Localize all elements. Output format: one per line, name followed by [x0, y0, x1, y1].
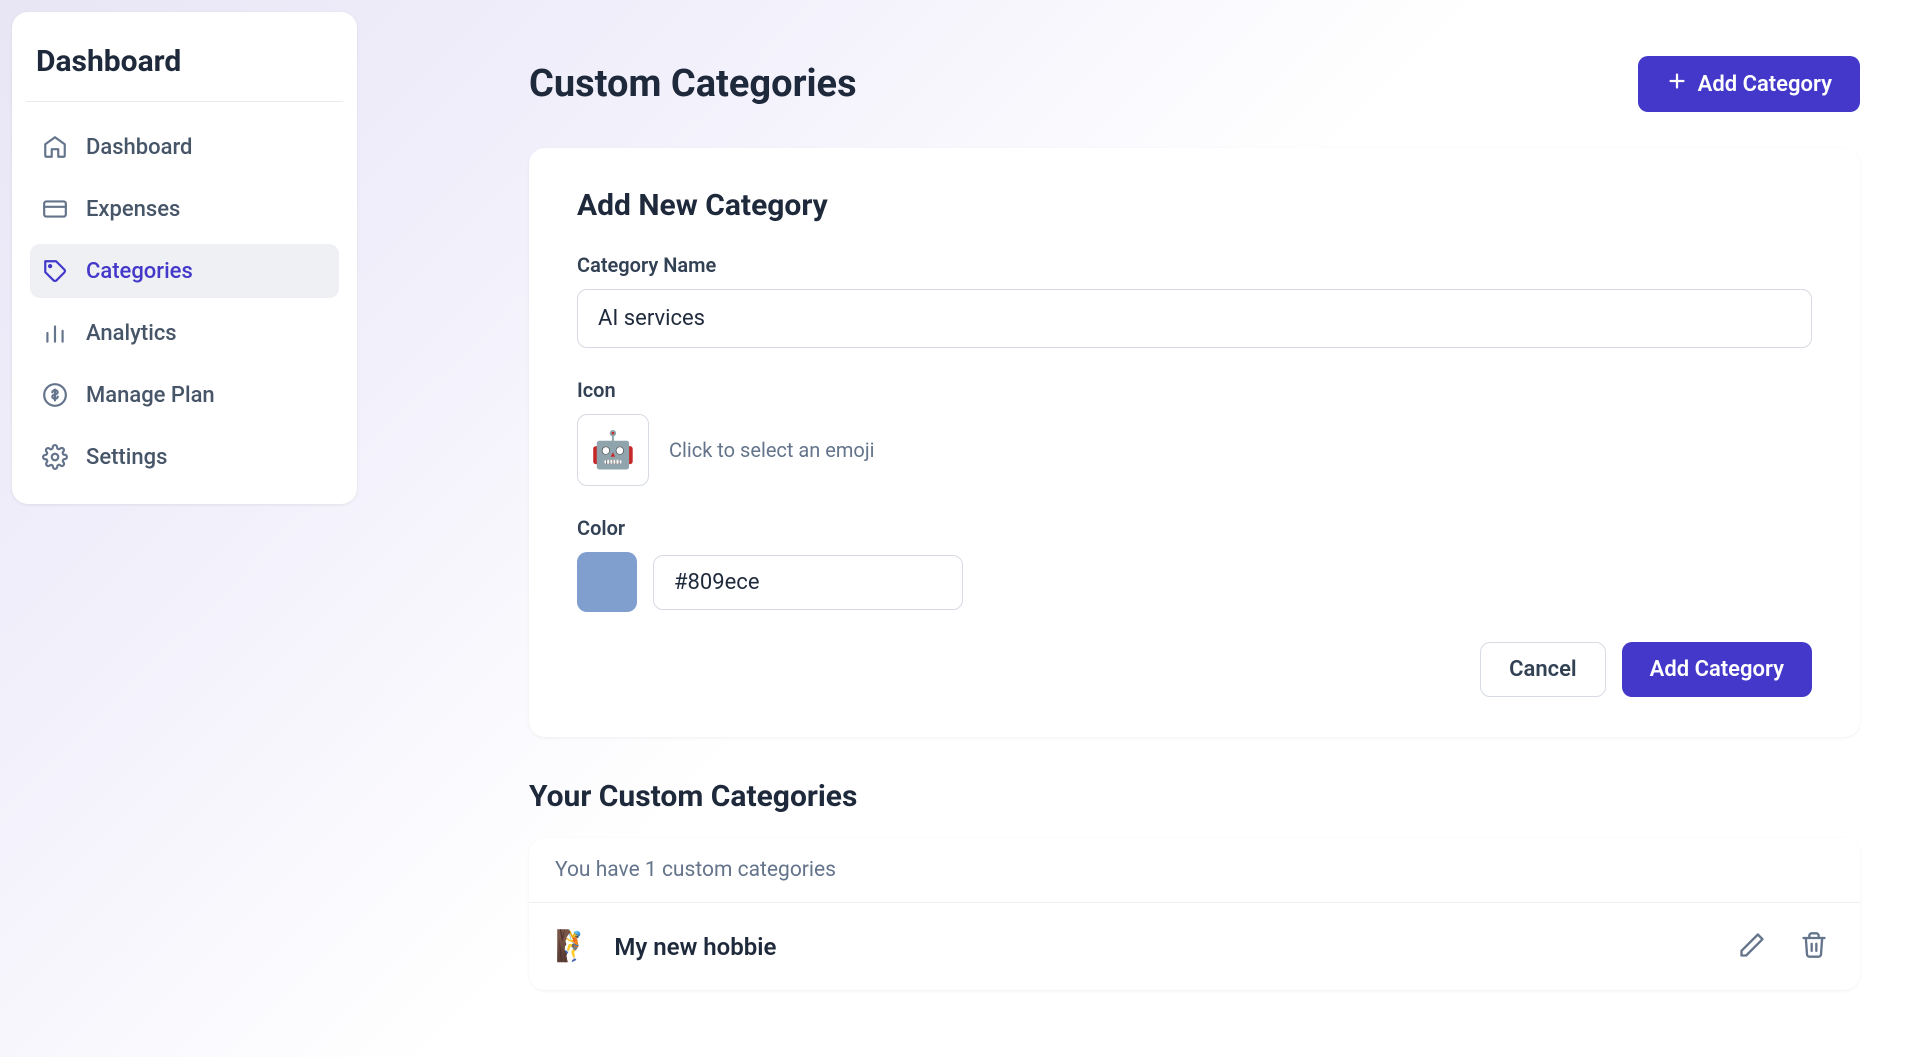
- category-icon-group: Icon 🤖 Click to select an emoji: [577, 378, 1812, 486]
- bar-chart-icon: [42, 320, 68, 346]
- pencil-icon: [1738, 931, 1766, 962]
- tag-icon: [42, 258, 68, 284]
- category-row-name: My new hobbie: [614, 933, 1710, 961]
- credit-card-icon: [42, 196, 68, 222]
- button-label: Add Category: [1698, 72, 1832, 97]
- category-name-label: Category Name: [577, 253, 1812, 277]
- sidebar-item-label: Dashboard: [86, 135, 192, 160]
- button-label: Add Category: [1650, 657, 1784, 682]
- sidebar-item-label: Analytics: [86, 321, 177, 346]
- selected-emoji: 🤖: [591, 429, 636, 471]
- delete-category-button[interactable]: [1794, 925, 1834, 968]
- category-row: 🧗 My new hobbie: [529, 903, 1860, 990]
- categories-count-text: You have 1 custom categories: [529, 838, 1860, 903]
- gear-icon: [42, 444, 68, 470]
- page-header: Custom Categories Add Category: [529, 56, 1860, 112]
- your-categories-title: Your Custom Categories: [529, 779, 1860, 814]
- sidebar-item-analytics[interactable]: Analytics: [30, 306, 339, 360]
- trash-icon: [1800, 931, 1828, 962]
- category-color-label: Color: [577, 516, 1812, 540]
- emoji-picker-button[interactable]: 🤖: [577, 414, 649, 486]
- category-icon-label: Icon: [577, 378, 1812, 402]
- button-label: Cancel: [1509, 657, 1577, 682]
- form-actions: Cancel Add Category: [577, 642, 1812, 697]
- card-title: Add New Category: [577, 188, 1812, 223]
- sidebar: Dashboard Dashboard Expenses Categories: [12, 12, 357, 504]
- sidebar-item-expenses[interactable]: Expenses: [30, 182, 339, 236]
- sidebar-item-label: Manage Plan: [86, 383, 215, 408]
- submit-add-category-button[interactable]: Add Category: [1622, 642, 1812, 697]
- emoji-hint: Click to select an emoji: [669, 438, 874, 462]
- sidebar-item-label: Categories: [86, 259, 193, 284]
- sidebar-item-label: Expenses: [86, 197, 180, 222]
- dollar-circle-icon: [42, 382, 68, 408]
- edit-category-button[interactable]: [1732, 925, 1772, 968]
- cancel-button[interactable]: Cancel: [1480, 642, 1606, 697]
- category-name-input[interactable]: [577, 289, 1812, 348]
- sidebar-item-label: Settings: [86, 445, 167, 470]
- sidebar-item-manage-plan[interactable]: Manage Plan: [30, 368, 339, 422]
- add-category-card: Add New Category Category Name Icon 🤖 Cl…: [529, 148, 1860, 737]
- category-name-group: Category Name: [577, 253, 1812, 348]
- category-row-icon: 🧗: [555, 929, 592, 964]
- sidebar-item-settings[interactable]: Settings: [30, 430, 339, 484]
- sidebar-item-dashboard[interactable]: Dashboard: [30, 120, 339, 174]
- add-category-header-button[interactable]: Add Category: [1638, 56, 1860, 112]
- sidebar-item-categories[interactable]: Categories: [30, 244, 339, 298]
- sidebar-nav: Dashboard Expenses Categories Analytics: [26, 120, 343, 484]
- category-color-group: Color: [577, 516, 1812, 612]
- plus-icon: [1666, 70, 1688, 98]
- home-icon: [42, 134, 68, 160]
- page-title: Custom Categories: [529, 62, 857, 106]
- color-hex-input[interactable]: [653, 555, 963, 610]
- categories-list: You have 1 custom categories 🧗 My new ho…: [529, 838, 1860, 990]
- color-swatch[interactable]: [577, 552, 637, 612]
- main-content: Custom Categories Add Category Add New C…: [369, 0, 1920, 1057]
- sidebar-title: Dashboard: [26, 32, 343, 102]
